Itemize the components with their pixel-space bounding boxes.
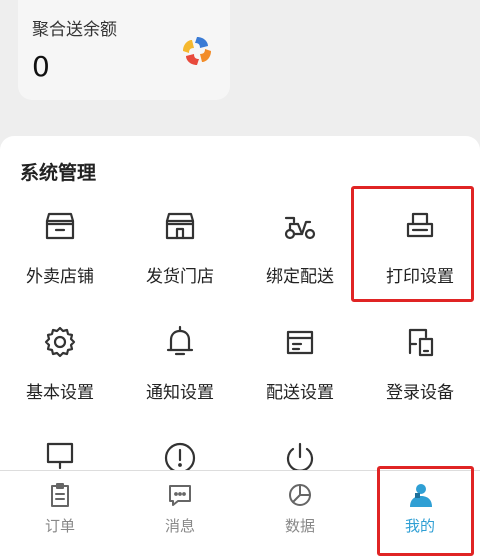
bell-icon bbox=[162, 324, 198, 360]
delivery-box-icon bbox=[282, 324, 318, 360]
menu-item-label: 通知设置 bbox=[146, 383, 214, 403]
power-icon bbox=[282, 440, 318, 470]
menu-item-shipping-stores[interactable]: 发货门店 bbox=[120, 208, 240, 308]
scooter-icon bbox=[282, 208, 318, 244]
balance-label: 聚合送余额 bbox=[32, 20, 117, 40]
menu-item-label: 外卖店铺 bbox=[26, 267, 94, 287]
menu-item-label: 发货门店 bbox=[146, 267, 214, 287]
tab-orders[interactable]: 订单 bbox=[0, 471, 120, 559]
tab-label: 订单 bbox=[44, 517, 75, 535]
menu-item-row3-3[interactable] bbox=[240, 440, 360, 470]
order-icon bbox=[46, 481, 74, 509]
menu-item-label: 登录设备 bbox=[386, 383, 454, 403]
highlight-tab-me bbox=[377, 466, 474, 556]
tab-label: 消息 bbox=[164, 517, 195, 535]
devices-icon bbox=[402, 324, 438, 360]
exclamation-icon bbox=[162, 440, 198, 470]
menu-item-label: 绑定配送 bbox=[266, 267, 334, 287]
menu-item-login-devices[interactable]: 登录设备 bbox=[360, 324, 480, 424]
menu-item-label: 基本设置 bbox=[26, 383, 94, 403]
balance-value: 0 bbox=[32, 50, 50, 83]
balance-card[interactable]: 聚合送余额 0 bbox=[18, 0, 230, 100]
menu-item-takeout-stores[interactable]: 外卖店铺 bbox=[0, 208, 120, 308]
tab-messages[interactable]: 消息 bbox=[120, 471, 240, 559]
highlight-print-settings bbox=[351, 186, 474, 302]
shop-icon bbox=[162, 208, 198, 244]
pie-chart-icon bbox=[286, 481, 314, 509]
menu-item-label: 配送设置 bbox=[266, 383, 334, 403]
monitor-icon bbox=[42, 440, 78, 470]
menu-item-row3-2[interactable] bbox=[120, 440, 240, 470]
message-icon bbox=[166, 481, 194, 509]
menu-item-delivery-settings[interactable]: 配送设置 bbox=[240, 324, 360, 424]
section-title: 系统管理 bbox=[20, 162, 97, 184]
aggregator-logo-icon bbox=[180, 34, 214, 68]
menu-item-notification-settings[interactable]: 通知设置 bbox=[120, 324, 240, 424]
tab-label: 数据 bbox=[284, 517, 315, 535]
storefront-icon bbox=[42, 208, 78, 244]
tab-data[interactable]: 数据 bbox=[240, 471, 360, 559]
gear-icon bbox=[42, 324, 78, 360]
menu-item-basic-settings[interactable]: 基本设置 bbox=[0, 324, 120, 424]
menu-item-row3-1[interactable] bbox=[0, 440, 120, 470]
menu-item-bind-delivery[interactable]: 绑定配送 bbox=[240, 208, 360, 308]
